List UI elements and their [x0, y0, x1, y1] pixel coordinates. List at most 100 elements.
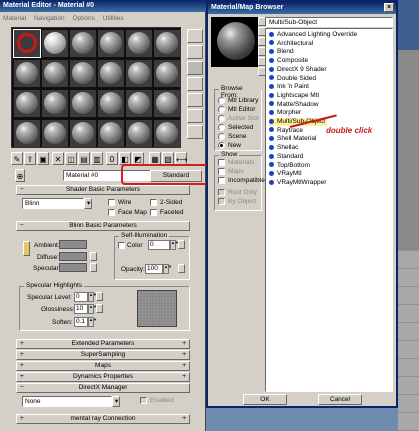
- glossiness-spinner[interactable]: 10: [74, 304, 88, 314]
- list-item[interactable]: Morpher: [269, 109, 301, 117]
- rollout-supersampling[interactable]: + SuperSampling +: [16, 350, 190, 360]
- lock-ambient-diffuse-icon[interactable]: [23, 241, 30, 256]
- material-slot[interactable]: [70, 30, 96, 57]
- spinner-arrows[interactable]: ▲▼: [88, 292, 97, 302]
- list-item[interactable]: Lightscape Mtl: [269, 92, 319, 100]
- material-slot[interactable]: [42, 90, 68, 117]
- material-slot[interactable]: [154, 30, 180, 57]
- dx-enabled-checkbox[interactable]: [140, 397, 147, 404]
- background-button[interactable]: [187, 61, 203, 75]
- reset-map-icon[interactable]: ✕: [52, 152, 64, 165]
- browse-from-radio[interactable]: [218, 142, 225, 149]
- list-item[interactable]: Top/Bottom: [269, 162, 310, 170]
- opacity-spinner[interactable]: 100: [145, 264, 163, 274]
- soften-spinner[interactable]: 0.1: [74, 317, 88, 327]
- browse-from-radio[interactable]: [218, 133, 225, 140]
- list-item[interactable]: Advanced Lighting Override: [269, 31, 357, 39]
- diffuse-map-button[interactable]: [90, 252, 97, 261]
- specular-swatch[interactable]: [59, 263, 87, 272]
- list-item[interactable]: DirectX 9 Shader: [269, 66, 327, 74]
- menu-navigation[interactable]: Navigation: [34, 15, 65, 22]
- specular-level-spinner[interactable]: 0: [74, 292, 88, 302]
- make-unique-icon[interactable]: ▤: [78, 152, 90, 165]
- rollout-dynamics[interactable]: + Dynamics Properties +: [16, 372, 190, 382]
- list-item[interactable]: Matte/Shadow: [269, 101, 319, 109]
- menu-material[interactable]: Material: [3, 15, 26, 22]
- rollout-blinn-basic[interactable]: − Blinn Basic Parameters: [16, 221, 190, 231]
- sample-type-button[interactable]: [187, 29, 203, 43]
- rollout-maps[interactable]: + Maps +: [16, 361, 190, 371]
- face-map-checkbox[interactable]: [108, 209, 115, 216]
- material-slot[interactable]: [70, 90, 96, 117]
- material-slot[interactable]: [13, 29, 41, 58]
- list-item[interactable]: Composite: [269, 57, 308, 65]
- material-slot[interactable]: [14, 120, 40, 147]
- spinner-arrows[interactable]: ▲▼: [88, 304, 97, 314]
- material-slot[interactable]: [98, 60, 124, 87]
- list-item[interactable]: Blend: [269, 48, 294, 56]
- self-illum-spinner[interactable]: 0: [148, 240, 170, 250]
- glossiness-map-button[interactable]: [96, 304, 103, 313]
- chevron-down-icon[interactable]: ▾: [112, 396, 120, 407]
- browse-from-radio[interactable]: [218, 106, 225, 113]
- video-check-button[interactable]: [187, 93, 203, 107]
- ok-button[interactable]: OK: [243, 394, 287, 405]
- browse-from-radio[interactable]: [218, 115, 225, 122]
- list-item[interactable]: Ink 'n Paint: [269, 83, 309, 91]
- copy-material-icon[interactable]: ◫: [65, 152, 77, 165]
- material-effects-icon[interactable]: 0: [106, 152, 118, 165]
- chevron-down-icon[interactable]: ▾: [84, 198, 92, 209]
- list-item[interactable]: Shellac: [269, 144, 298, 152]
- assign-material-icon[interactable]: ▣: [37, 152, 49, 165]
- options-button[interactable]: [187, 125, 203, 139]
- make-preview-button[interactable]: [187, 109, 203, 123]
- material-slot[interactable]: [126, 60, 152, 87]
- list-item[interactable]: Shell Material: [269, 135, 316, 143]
- close-icon[interactable]: ×: [384, 3, 394, 12]
- material-slot[interactable]: [42, 60, 68, 87]
- spinner-arrows[interactable]: ▲▼: [163, 264, 172, 274]
- material-slot[interactable]: [126, 90, 152, 117]
- material-slot[interactable]: [70, 120, 96, 147]
- browse-from-radio[interactable]: [218, 97, 225, 104]
- rollout-extended[interactable]: + Extended Parameters +: [16, 339, 190, 349]
- specular-level-map-button[interactable]: [96, 292, 103, 301]
- material-slot[interactable]: [126, 120, 152, 147]
- spinner-arrows[interactable]: ▲▼: [170, 240, 179, 250]
- material-slot[interactable]: [70, 60, 96, 87]
- rollout-shader-basic[interactable]: − Shader Basic Parameters: [16, 185, 190, 195]
- material-slot[interactable]: [42, 30, 68, 57]
- menu-utilities[interactable]: Utilities: [103, 15, 124, 22]
- material-slot[interactable]: [126, 30, 152, 57]
- rollout-directx[interactable]: − DirectX Manager: [16, 383, 190, 393]
- diffuse-swatch[interactable]: [59, 252, 87, 261]
- list-item[interactable]: Raytrace: [269, 127, 303, 135]
- list-item[interactable]: VRayMtl: [269, 170, 302, 178]
- self-illum-color-checkbox[interactable]: [118, 242, 125, 249]
- put-to-scene-icon[interactable]: ⇪: [24, 152, 36, 165]
- material-slot[interactable]: [14, 90, 40, 117]
- get-material-icon[interactable]: ✎: [11, 152, 23, 165]
- material-slot[interactable]: [154, 120, 180, 147]
- show-checkbox[interactable]: [218, 198, 225, 205]
- material-slot[interactable]: [154, 60, 180, 87]
- backlight-button[interactable]: [187, 45, 203, 59]
- list-item[interactable]: Standard: [269, 153, 303, 161]
- rollout-mental-ray[interactable]: + mental ray Connection +: [16, 414, 190, 424]
- show-checkbox[interactable]: [218, 168, 225, 175]
- list-item[interactable]: VRayMtlWrapper: [269, 179, 326, 187]
- cancel-button[interactable]: Cancel: [318, 394, 362, 405]
- specular-map-button[interactable]: [90, 263, 97, 272]
- self-illum-map-button[interactable]: [178, 240, 185, 249]
- spinner-arrows[interactable]: ▲▼: [88, 317, 97, 327]
- material-slot[interactable]: [14, 60, 40, 87]
- faceted-checkbox[interactable]: [150, 209, 157, 216]
- browse-from-radio[interactable]: [218, 124, 225, 131]
- menu-options[interactable]: Options: [72, 15, 94, 22]
- pick-material-icon[interactable]: ⊕: [15, 169, 25, 182]
- sample-uv-button[interactable]: [187, 77, 203, 91]
- material-slot[interactable]: [98, 90, 124, 117]
- put-to-library-icon[interactable]: ▥: [91, 152, 103, 165]
- wire-checkbox[interactable]: [108, 199, 115, 206]
- material-slot[interactable]: [98, 30, 124, 57]
